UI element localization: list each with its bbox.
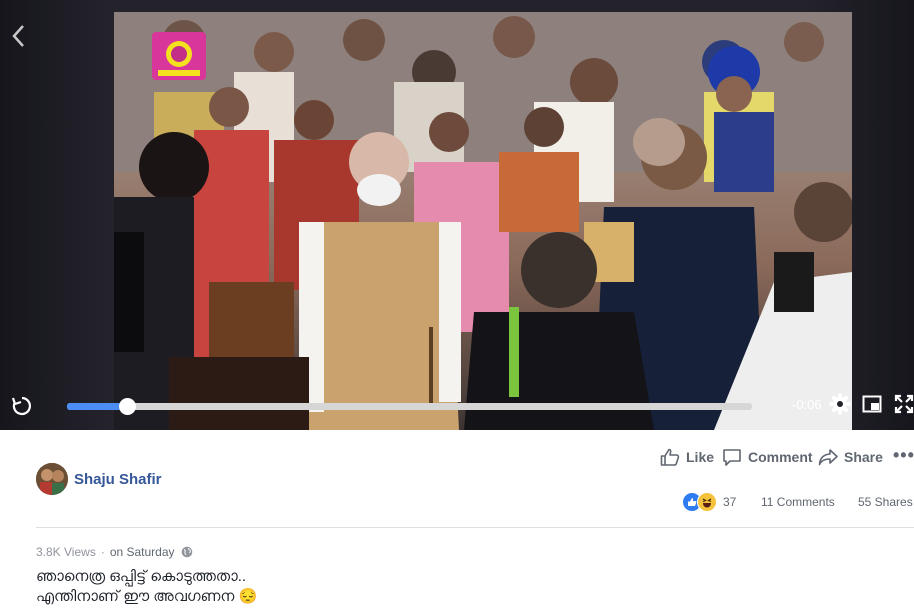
video-scene	[114, 12, 852, 430]
haha-reaction-icon	[697, 492, 717, 512]
post-meta: 3.8K Views · on Saturday	[36, 545, 193, 559]
comments-count-link[interactable]: 11 Comments	[761, 495, 835, 509]
share-button[interactable]: Share	[818, 446, 883, 468]
comment-button[interactable]: Comment	[722, 446, 813, 468]
share-arrow-icon	[818, 449, 838, 466]
settings-gear-icon[interactable]	[829, 393, 851, 415]
meta-separator: ·	[100, 545, 105, 559]
video-frame[interactable]	[114, 12, 852, 430]
divider	[36, 527, 914, 528]
pensive-emoji: 😔	[238, 588, 258, 605]
globe-icon[interactable]	[181, 546, 193, 558]
post-actions: Like Comment Share •••	[0, 444, 914, 468]
caption-line-2-text: എന്തിനാണ് ഈ അവഗണന	[36, 588, 235, 605]
channel-logo	[152, 32, 206, 80]
player-controls: -0:06	[0, 388, 914, 424]
comment-bubble-icon	[723, 449, 741, 466]
replay-icon[interactable]	[10, 394, 34, 418]
reactions-summary[interactable]: 37	[682, 492, 736, 512]
like-label: Like	[686, 449, 715, 465]
progress-thumb[interactable]	[119, 398, 136, 415]
post-caption: ഞാനെത്ര ഒപ്പിട്ട് കൊടുത്തതാ.. എന്തിനാണ് …	[36, 567, 257, 607]
comment-label: Comment	[748, 449, 813, 465]
caption-line-2: എന്തിനാണ് ഈ അവഗണന 😔	[36, 587, 257, 607]
back-arrow-icon[interactable]	[8, 22, 30, 50]
video-player[interactable]: -0:06	[0, 0, 914, 430]
author-name-link[interactable]: Shaju Shafir	[74, 471, 162, 488]
thumbs-up-icon	[660, 448, 680, 466]
time-remaining: -0:06	[792, 397, 822, 412]
fullscreen-icon[interactable]	[894, 394, 914, 414]
reaction-count: 37	[723, 495, 737, 509]
share-label: Share	[844, 449, 883, 465]
progress-fill	[67, 403, 127, 410]
post-time-link[interactable]: on Saturday	[110, 545, 175, 559]
caption-line-1: ഞാനെത്ര ഒപ്പിട്ട് കൊടുത്തതാ..	[36, 568, 247, 585]
more-options-button[interactable]: •••	[893, 444, 914, 466]
like-button[interactable]: Like	[660, 446, 714, 468]
more-options-icon: •••	[893, 444, 914, 465]
progress-scrubber[interactable]	[67, 398, 752, 415]
shares-count-link[interactable]: 55 Shares	[858, 495, 913, 509]
view-count: 3.8K Views	[36, 545, 96, 559]
author-avatar[interactable]	[36, 463, 68, 495]
picture-in-picture-icon[interactable]	[862, 394, 882, 414]
